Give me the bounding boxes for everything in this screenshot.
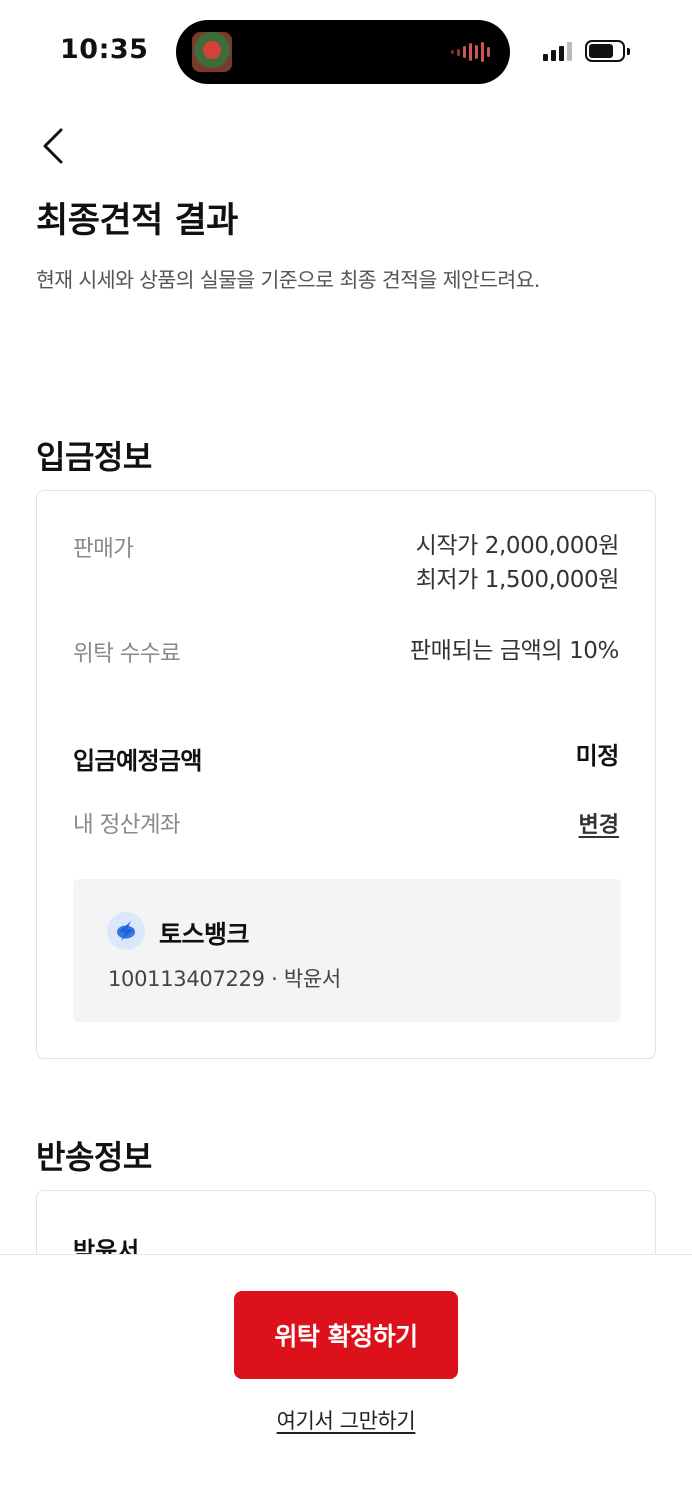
sale-price-label: 판매가	[73, 536, 134, 562]
fee-value: 판매되는 금액의 10%	[409, 638, 619, 664]
chevron-left-icon	[43, 128, 63, 164]
deposit-card: 판매가 시작가 2,000,000원 최저가 1,500,000원 위탁 수수료…	[36, 490, 656, 1059]
now-playing-artwork	[192, 32, 232, 72]
page-title: 최종견적 결과	[36, 201, 238, 241]
expected-amount-label: 입금예정금액	[73, 747, 202, 775]
min-price: 최저가 1,500,000원	[415, 567, 620, 593]
back-button[interactable]	[30, 122, 78, 170]
status-bar: 10:35	[0, 0, 692, 100]
audio-waveform-icon	[451, 42, 490, 62]
account-number: 100113407229 · 박윤서	[108, 967, 341, 991]
shipping-section-title: 반송정보	[36, 1138, 152, 1176]
battery-icon	[585, 40, 630, 62]
deposit-section-title: 입금정보	[36, 438, 152, 476]
expected-amount-value: 미정	[575, 742, 620, 770]
fee-label: 위탁 수수료	[73, 641, 181, 667]
confirm-consignment-button[interactable]: 위탁 확정하기	[234, 1291, 458, 1379]
page-subtitle: 현재 시세와 상품의 실물을 기준으로 최종 견적을 제안드려요.	[36, 268, 540, 292]
change-account-link[interactable]: 변경	[579, 807, 619, 839]
start-price: 시작가 2,000,000원	[415, 533, 620, 559]
bottom-action-bar: 위탁 확정하기 여기서 그만하기	[0, 1254, 692, 1500]
cellular-signal-icon	[543, 42, 572, 61]
status-time: 10:35	[60, 34, 149, 65]
settlement-account-label: 내 정산계좌	[73, 812, 181, 838]
stop-here-link[interactable]: 여기서 그만하기	[0, 1405, 692, 1435]
screen: 10:35 최종견적 결과 현재 시세와 상품의 실물을 기준으로 최종 견적을…	[0, 0, 692, 1500]
sale-price-value: 시작가 2,000,000원 최저가 1,500,000원	[415, 529, 620, 597]
dynamic-island[interactable]	[176, 20, 510, 84]
toss-bank-logo-icon	[107, 912, 145, 950]
account-box: 토스뱅크 100113407229 · 박윤서	[73, 879, 621, 1022]
bank-name: 토스뱅크	[159, 920, 250, 949]
